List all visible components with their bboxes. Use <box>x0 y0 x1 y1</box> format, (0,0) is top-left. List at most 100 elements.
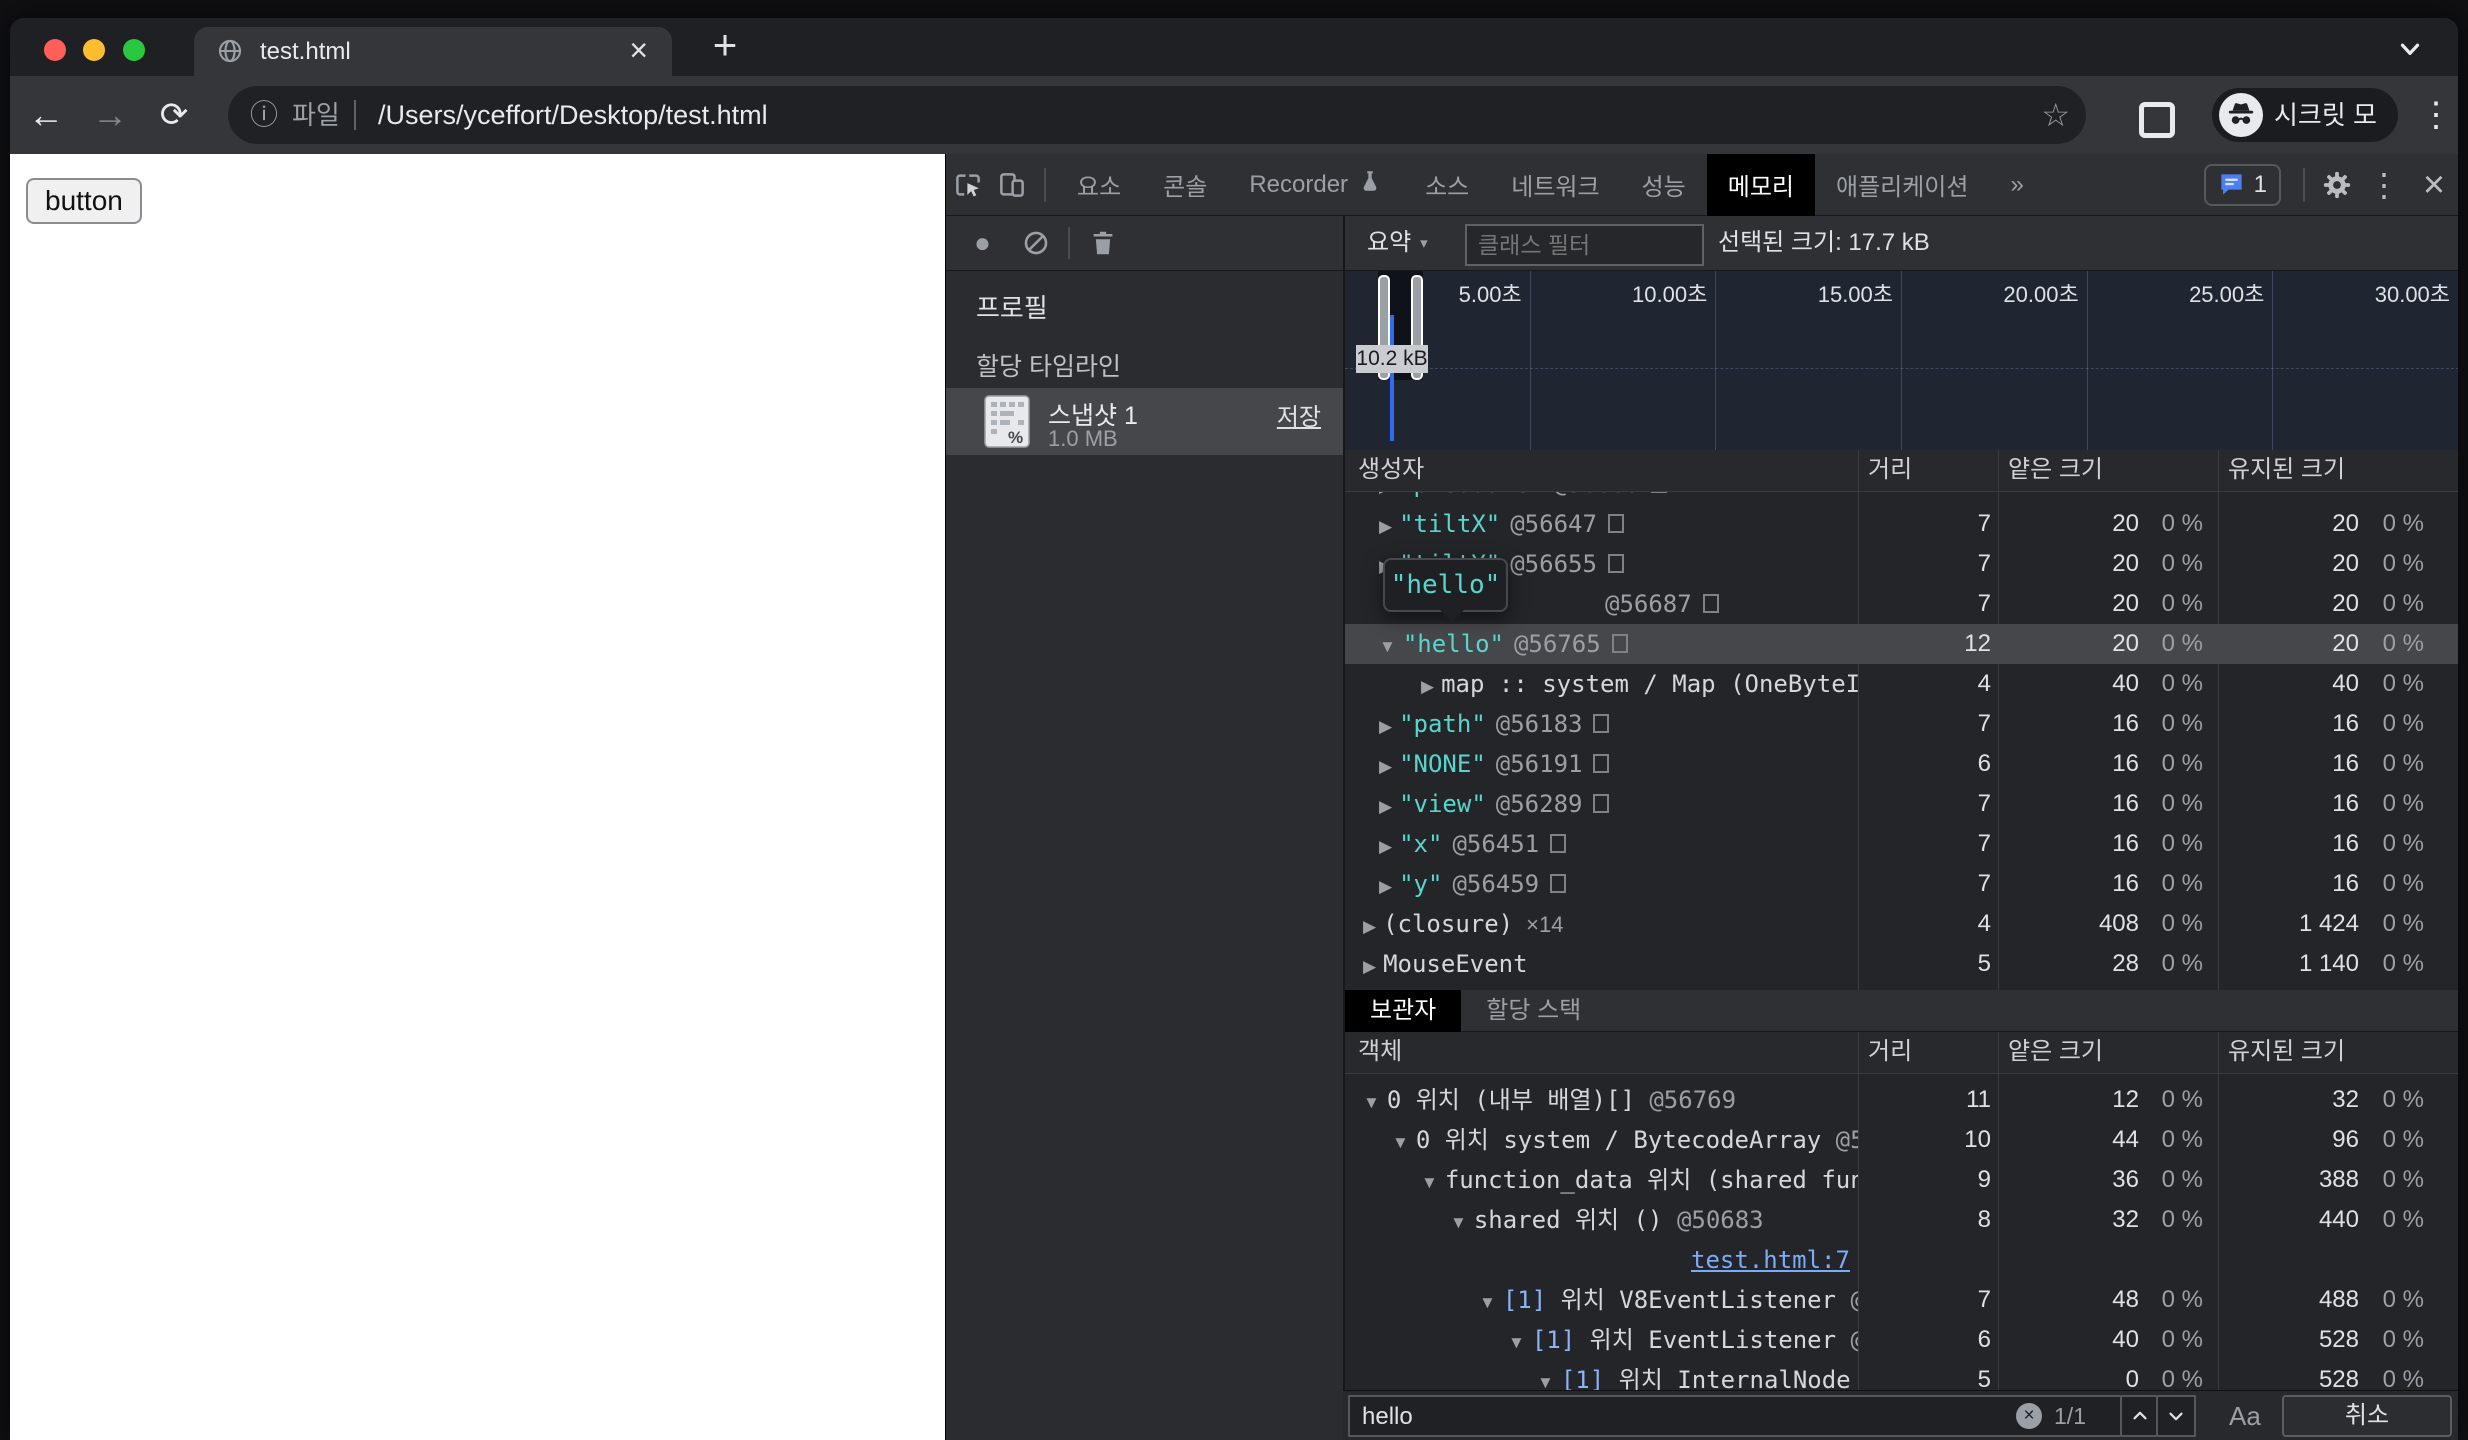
minimize-button[interactable] <box>83 39 105 61</box>
devtools-tab[interactable]: 성능 <box>1621 154 1707 216</box>
settings-gear-icon[interactable] <box>2315 154 2359 216</box>
column-retained-size[interactable]: 유지된 크기 <box>2228 1032 2345 1072</box>
retainer-row[interactable]: ▼ 0 위치 system / BytecodeArray @56771 10 44 0… <box>1345 1120 2458 1160</box>
constructor-row[interactable]: ▶ "view" @56289 7 16 0 % 16 0 % <box>1345 784 2458 824</box>
incognito-badge[interactable]: 시크릿 모드 <box>2212 88 2398 184</box>
device-toolbar-icon[interactable] <box>990 154 1034 216</box>
constructor-row[interactable]: ▶"tiltY"@566557200 %200 % <box>1345 544 2458 584</box>
tab-close-icon[interactable]: × <box>629 27 648 74</box>
back-button[interactable]: ← <box>20 76 72 154</box>
forward-button[interactable]: → <box>84 76 136 154</box>
find-input-box[interactable]: × 1/1 <box>1348 1395 2196 1437</box>
disclosure-collapsed-icon[interactable]: ▶ <box>1379 877 1392 896</box>
constructor-row[interactable]: ▶ (closure) ×14 4 408 0 % 1 424 0 % <box>1345 904 2458 944</box>
constructor-row[interactable]: ▶ "x" @56451 7 16 0 % 16 0 % <box>1345 824 2458 864</box>
record-heap-icon[interactable]: ● <box>974 216 991 269</box>
constructor-row[interactable]: ▶ "tiltX" @56647 7 20 0 % 20 0 % <box>1345 504 2458 544</box>
clear-profiles-icon[interactable] <box>1022 229 1050 257</box>
disclosure-expanded-icon[interactable]: ▼ <box>1421 1173 1438 1192</box>
constructor-row[interactable]: ▼ "hello" @56765 12 20 0 % 20 0 % <box>1345 624 2458 664</box>
perspective-dropdown[interactable]: 요약 ▾ <box>1367 216 1428 271</box>
disclosure-expanded-icon[interactable]: ▼ <box>1479 1293 1496 1312</box>
column-distance[interactable]: 거리 <box>1868 1032 1912 1072</box>
issues-counter[interactable]: 1 <box>2203 163 2281 206</box>
constructor-row[interactable]: ▶ "pressure" @56639 7 20 0 % 20 0 % <box>1345 492 2458 504</box>
tab-search-chevron-icon[interactable] <box>2395 34 2425 64</box>
disclosure-expanded-icon[interactable]: ▼ <box>1450 1213 1467 1232</box>
find-previous-button[interactable] <box>2120 1397 2158 1435</box>
disclosure-expanded-icon[interactable]: ▼ <box>1508 1333 1525 1352</box>
find-cancel-button[interactable]: 취소 <box>2282 1395 2452 1437</box>
find-query-input[interactable] <box>1360 1397 1944 1437</box>
bookmark-star-icon[interactable]: ☆ <box>2041 86 2070 144</box>
constructor-row[interactable]: ▶ map :: system / Map (OneByteInte 4 40 0 % 4… <box>1345 664 2458 704</box>
disclosure-expanded-icon[interactable]: ▼ <box>1379 637 1396 656</box>
column-object[interactable]: 객체 <box>1358 1032 1402 1072</box>
reload-button[interactable]: ⟳ <box>148 76 200 154</box>
devtools-close-icon[interactable]: × <box>2409 154 2458 216</box>
retainer-row[interactable]: ▼ 0 위치 (내부 배열)[] @56769 11 12 0 % 32 0 % <box>1345 1080 2458 1120</box>
devtools-tab[interactable]: » <box>1989 154 2044 216</box>
column-retained-size[interactable]: 유지된 크기 <box>2228 450 2345 490</box>
cell-value: 0 % <box>2382 950 2424 977</box>
disclosure-expanded-icon[interactable]: ▼ <box>1363 1093 1380 1112</box>
column-constructor[interactable]: 생성자 <box>1358 450 1424 490</box>
delete-profile-icon[interactable] <box>1088 228 1118 258</box>
devtools-menu-icon[interactable]: ⋮ <box>2359 154 2409 216</box>
source-link-row[interactable]: test.html:7 <box>1345 1240 2458 1280</box>
disclosure-collapsed-icon[interactable]: ▶ <box>1379 797 1392 816</box>
column-distance[interactable]: 거리 <box>1868 450 1912 490</box>
column-shallow-size[interactable]: 얕은 크기 <box>2008 450 2103 490</box>
inspect-element-icon[interactable] <box>946 154 990 216</box>
disclosure-collapsed-icon[interactable]: ▶ <box>1379 492 1392 496</box>
devtools-tab[interactable]: 요소 <box>1056 154 1142 216</box>
devtools-tab[interactable]: 콘솔 <box>1142 154 1228 216</box>
constructor-row[interactable]: ▶ "NONE" @56191 6 16 0 % 16 0 % <box>1345 744 2458 784</box>
snapshot-item[interactable]: % 스냅샷 1 1.0 MB 저장 <box>946 388 1343 455</box>
devtools-tab[interactable]: 메모리 <box>1706 153 1815 216</box>
close-button[interactable] <box>44 39 66 61</box>
snapshot-save-link[interactable]: 저장 <box>1277 397 1321 432</box>
new-tab-button[interactable]: + <box>698 18 752 76</box>
disclosure-collapsed-icon[interactable]: ▶ <box>1379 717 1392 736</box>
match-case-toggle[interactable]: Aa <box>2229 1391 2261 1440</box>
column-shallow-size[interactable]: 얕은 크기 <box>2008 1032 2103 1072</box>
retainer-row[interactable]: ▼[1] 위치 InternalNode @6500 %5280 % <box>1345 1360 2458 1390</box>
disclosure-collapsed-icon[interactable]: ▶ <box>1363 917 1376 936</box>
disclosure-collapsed-icon[interactable]: ▶ <box>1379 757 1392 776</box>
find-next-button[interactable] <box>2156 1397 2194 1435</box>
browser-menu-icon[interactable]: ⋮ <box>2414 76 2458 154</box>
constructor-row[interactable]: ▶ "y" @56459 7 16 0 % 16 0 % <box>1345 864 2458 904</box>
disclosure-expanded-icon[interactable]: ▼ <box>1392 1133 1409 1152</box>
retainer-row[interactable]: ▼ [1] 위치 V8EventListener @653 7 48 0 % 488 0 % <box>1345 1280 2458 1320</box>
devtools-tab[interactable]: 소스 <box>1404 154 1490 216</box>
zoom-button[interactable] <box>123 39 145 61</box>
disclosure-collapsed-icon[interactable]: ▶ <box>1379 517 1392 536</box>
retainers-tab[interactable]: 보관자 <box>1345 990 1462 1032</box>
url-bar[interactable]: ⓘ 파일 /Users/yceffort/Desktop/test.html ☆ <box>228 86 2086 144</box>
retainer-row[interactable]: ▼ function_data 위치 (shared functio 9 36 0 % 3… <box>1345 1160 2458 1200</box>
source-link[interactable]: test.html:7 <box>1691 1240 1850 1280</box>
cell-value: 7 <box>1861 492 1991 504</box>
cell-value: 28 <box>2112 950 2139 977</box>
retainers-tab[interactable]: 할당 스택 <box>1461 990 1606 1032</box>
retainer-row[interactable]: ▼ [1] 위치 EventListener @653 6 40 0 % 528 0 % <box>1345 1320 2458 1360</box>
devtools-tab[interactable]: 애플리케이션 <box>1815 154 1989 216</box>
devtools-tab[interactable]: 네트워크 <box>1490 154 1620 216</box>
constructor-row[interactable]: ▶ "path" @56183 7 16 0 % 16 0 % <box>1345 704 2458 744</box>
class-filter-input[interactable] <box>1465 224 1704 266</box>
retainer-row[interactable]: ▼ shared 위치 () @50683 8 32 0 % 440 0 % <box>1345 1200 2458 1240</box>
disclosure-collapsed-icon[interactable]: ▶ <box>1421 677 1434 696</box>
find-clear-icon[interactable]: × <box>2016 1403 2042 1429</box>
disclosure-collapsed-icon[interactable]: ▶ <box>1379 837 1392 856</box>
browser-tab[interactable]: test.html × <box>194 27 672 76</box>
disclosure-collapsed-icon[interactable]: ▶ <box>1363 957 1376 976</box>
page-button[interactable]: button <box>26 178 142 224</box>
constructor-row[interactable]: ▶ MouseEvent 5 28 0 % 1 140 0 % <box>1345 944 2458 984</box>
side-panel-icon[interactable] <box>2139 102 2175 138</box>
devtools-tab[interactable]: Recorder <box>1228 154 1404 216</box>
site-info-icon[interactable]: ⓘ <box>250 86 278 144</box>
allocation-timeline[interactable]: 5.00초 10.00초 15.00초 20.00초 25.00초 30.00초 10.2… <box>1345 271 2458 450</box>
disclosure-expanded-icon[interactable]: ▼ <box>1537 1373 1554 1390</box>
constructor-row[interactable]: @56687 7 20 0 % 20 0 % <box>1345 584 2458 624</box>
